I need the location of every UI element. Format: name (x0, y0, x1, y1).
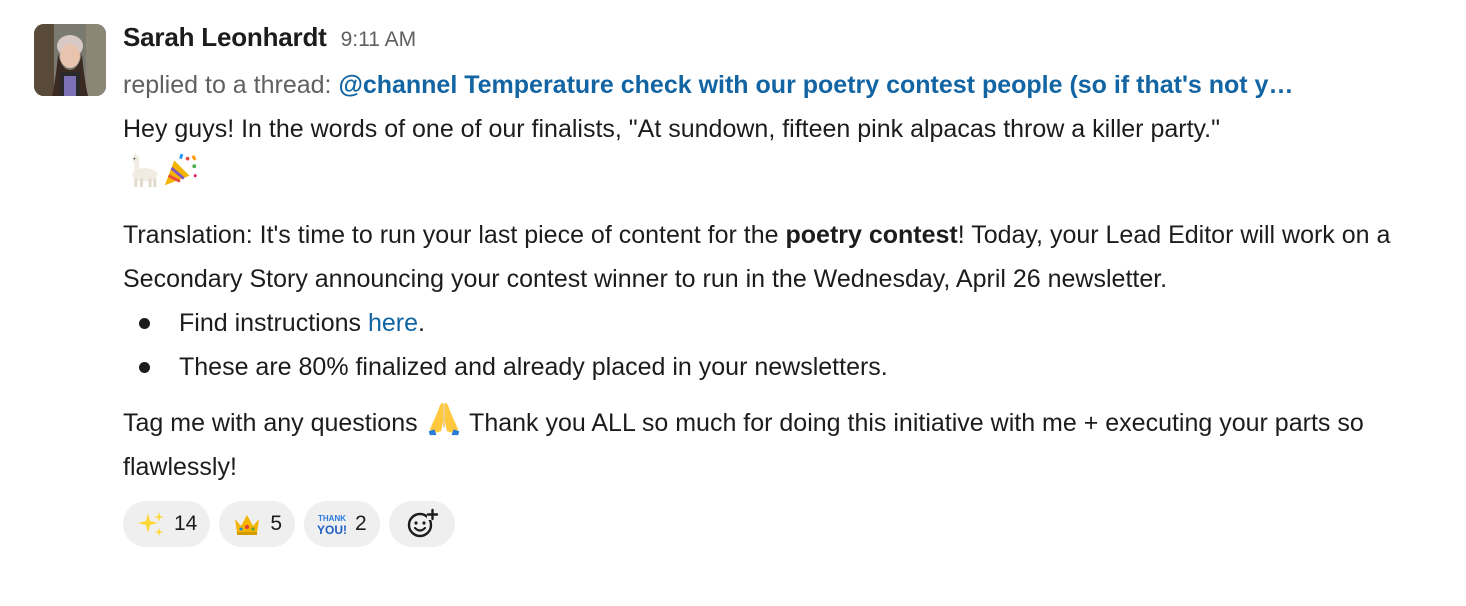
thread-prefix: replied to a thread: (123, 71, 332, 99)
paragraph-2-bold: poetry contest (785, 221, 958, 249)
svg-text:YOU!: YOU! (317, 523, 347, 537)
add-reaction-icon (407, 508, 438, 538)
bullet-1-text-b: . (418, 309, 425, 337)
thread-link[interactable]: @channel Temperature check with our poet… (338, 71, 1293, 99)
sparkles-icon (138, 512, 164, 536)
reaction-count: 14 (174, 512, 198, 535)
paragraph-1-emojis (123, 151, 1448, 203)
crown-icon (235, 515, 260, 535)
bullet-1-text-a: Find instructions (179, 309, 368, 337)
reaction-sparkles[interactable]: 14 (123, 501, 211, 547)
reaction-crown[interactable]: 5 (219, 501, 296, 547)
reaction-count: 5 (270, 512, 283, 535)
message: Sarah Leonhardt 9:11 AM replied to a thr… (0, 0, 1466, 606)
svg-text:THANK: THANK (318, 514, 346, 523)
bullet-dot (139, 318, 150, 329)
bullet-list: Find instructions here. These are 80% fi… (123, 301, 1448, 389)
avatar[interactable] (34, 24, 106, 96)
bullet-dot (139, 362, 150, 373)
folded-hands-emoji (425, 399, 463, 437)
paragraph-2-text-a: Translation: It's time to run your last … (123, 221, 786, 249)
thank-you-icon: THANK YOU! (317, 514, 347, 537)
party-popper-emoji (161, 151, 199, 189)
list-item: Find instructions here. (123, 301, 1448, 345)
list-item: These are 80% finalized and already plac… (123, 345, 1448, 389)
paragraph-2: Translation: It's time to run your last … (123, 213, 1448, 301)
add-reaction-button[interactable] (388, 501, 455, 547)
paragraph-3: Tag me with any questions Thank you ALL … (123, 399, 1448, 489)
bullet-2-text: These are 80% finalized and already plac… (179, 353, 888, 381)
thread-reference: replied to a thread: @channel Temperatur… (123, 63, 1448, 107)
llama-emoji (123, 151, 161, 189)
instructions-link[interactable]: here (368, 309, 418, 337)
reaction-count: 2 (355, 512, 367, 535)
reactions-bar: 14 5 THANK YOU! 2 (123, 501, 1448, 547)
author-name[interactable]: Sarah Leonhardt (123, 22, 327, 53)
timestamp[interactable]: 9:11 AM (341, 28, 417, 52)
paragraph-1: Hey guys! In the words of one of our fin… (123, 115, 1220, 143)
paragraph-3-text-a: Tag me with any questions (123, 409, 425, 437)
reaction-thank-you[interactable]: THANK YOU! 2 (304, 501, 380, 547)
